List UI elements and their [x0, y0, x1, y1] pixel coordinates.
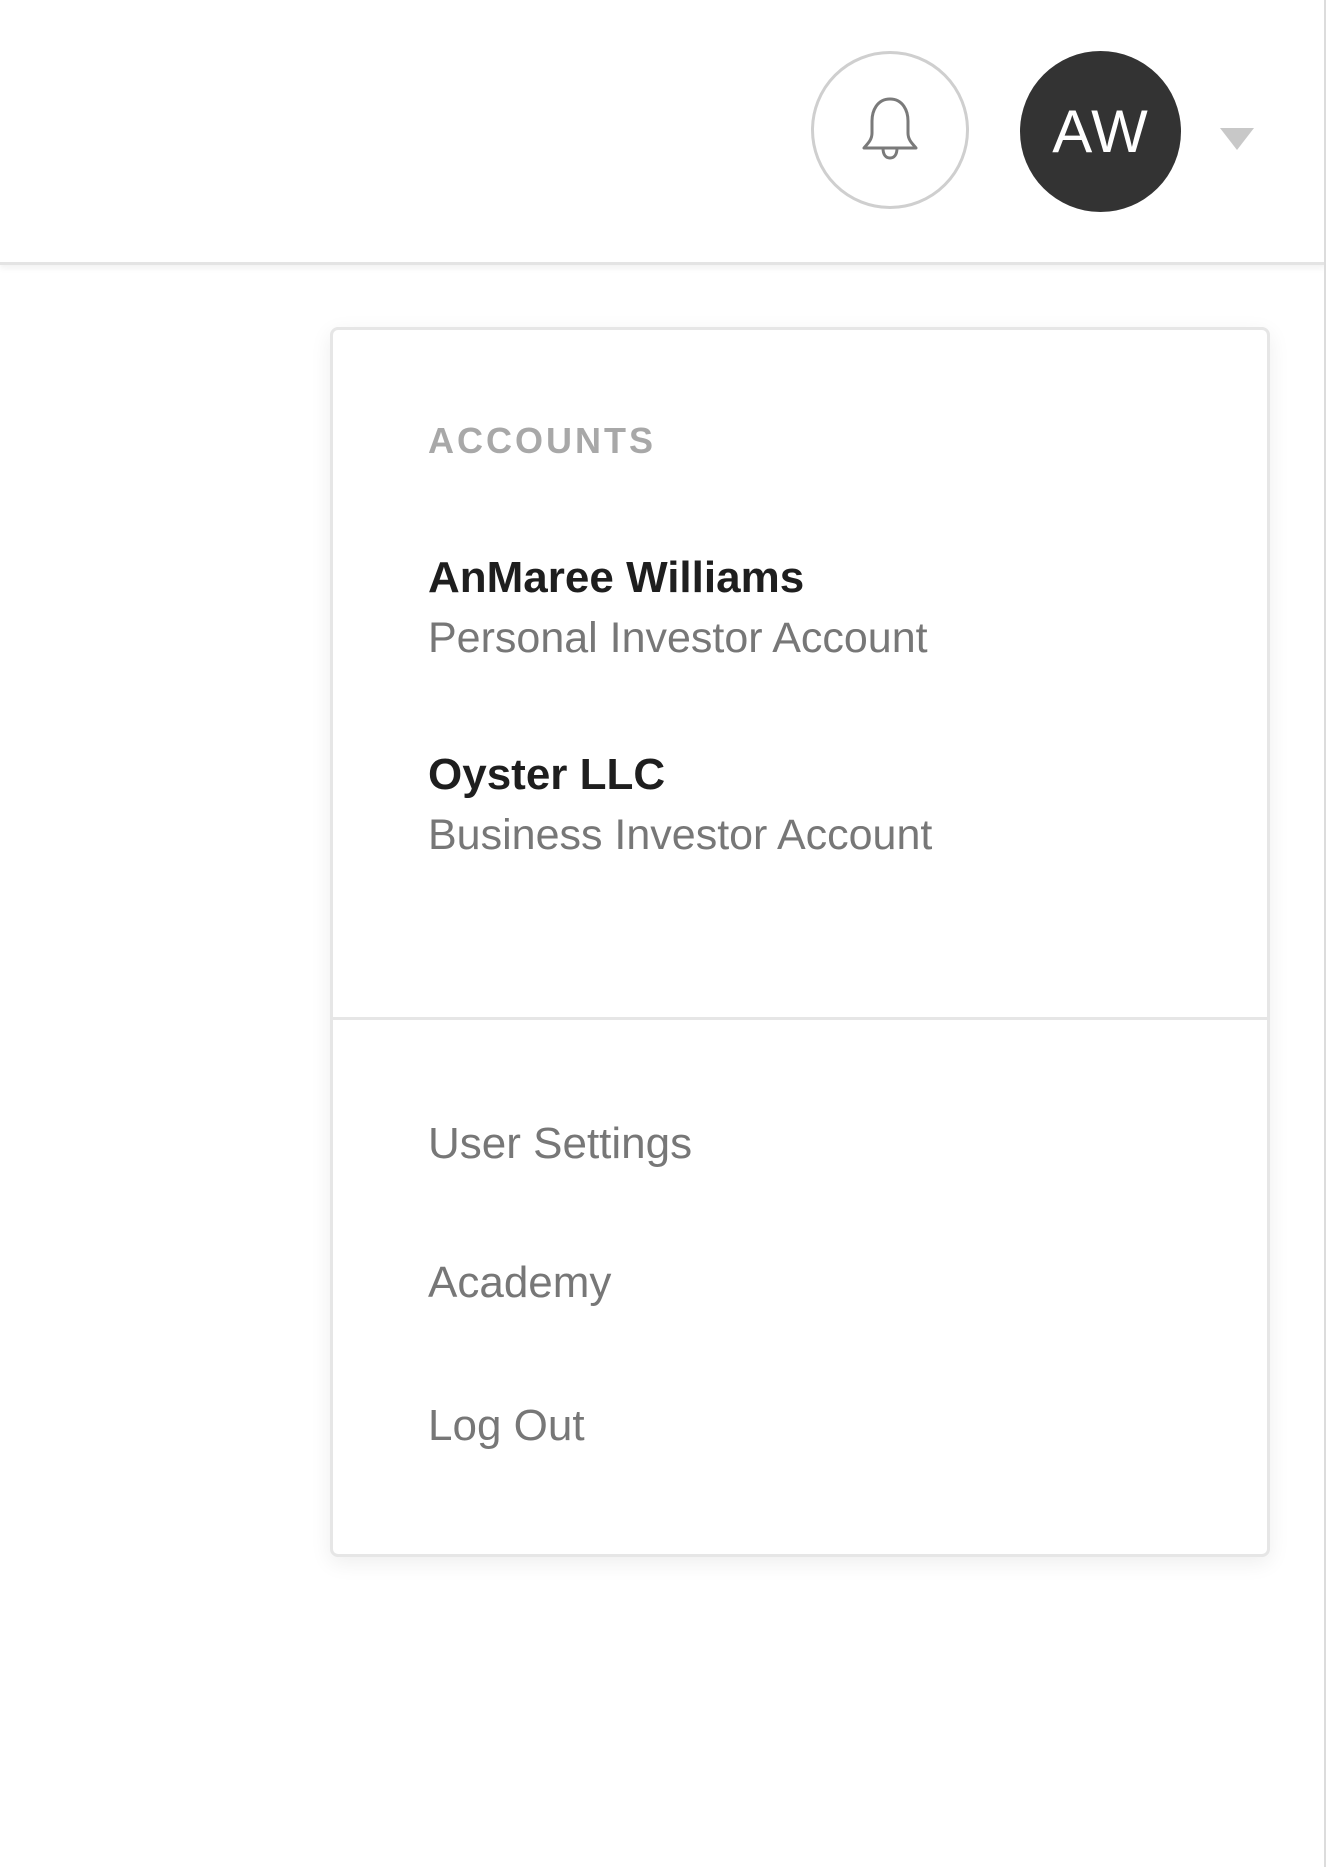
notifications-button[interactable]	[811, 51, 969, 209]
menu-divider	[333, 1017, 1267, 1020]
bell-icon	[855, 93, 925, 168]
account-name: Oyster LLC	[428, 750, 666, 799]
account-type: Business Investor Account	[428, 811, 933, 859]
account-type: Personal Investor Account	[428, 614, 928, 662]
accounts-section-title: ACCOUNTS	[428, 420, 656, 461]
account-item-anmaree-williams[interactable]: AnMaree Williams Personal Investor Accou…	[428, 550, 928, 666]
log-out-link[interactable]: Log Out	[428, 1398, 585, 1454]
account-item-oyster-llc[interactable]: Oyster LLC Business Investor Account	[428, 747, 932, 863]
caret-down-icon[interactable]	[1220, 128, 1254, 150]
page: AW ACCOUNTS AnMaree Williams Personal In…	[0, 0, 1326, 1867]
avatar-initials: AW	[1052, 98, 1149, 165]
user-settings-link[interactable]: User Settings	[428, 1116, 692, 1172]
academy-link[interactable]: Academy	[428, 1255, 611, 1311]
avatar[interactable]: AW	[1020, 51, 1181, 212]
top-bar: AW	[0, 0, 1326, 265]
account-name: AnMaree Williams	[428, 553, 805, 602]
account-dropdown-menu: ACCOUNTS AnMaree Williams Personal Inves…	[330, 327, 1270, 1557]
